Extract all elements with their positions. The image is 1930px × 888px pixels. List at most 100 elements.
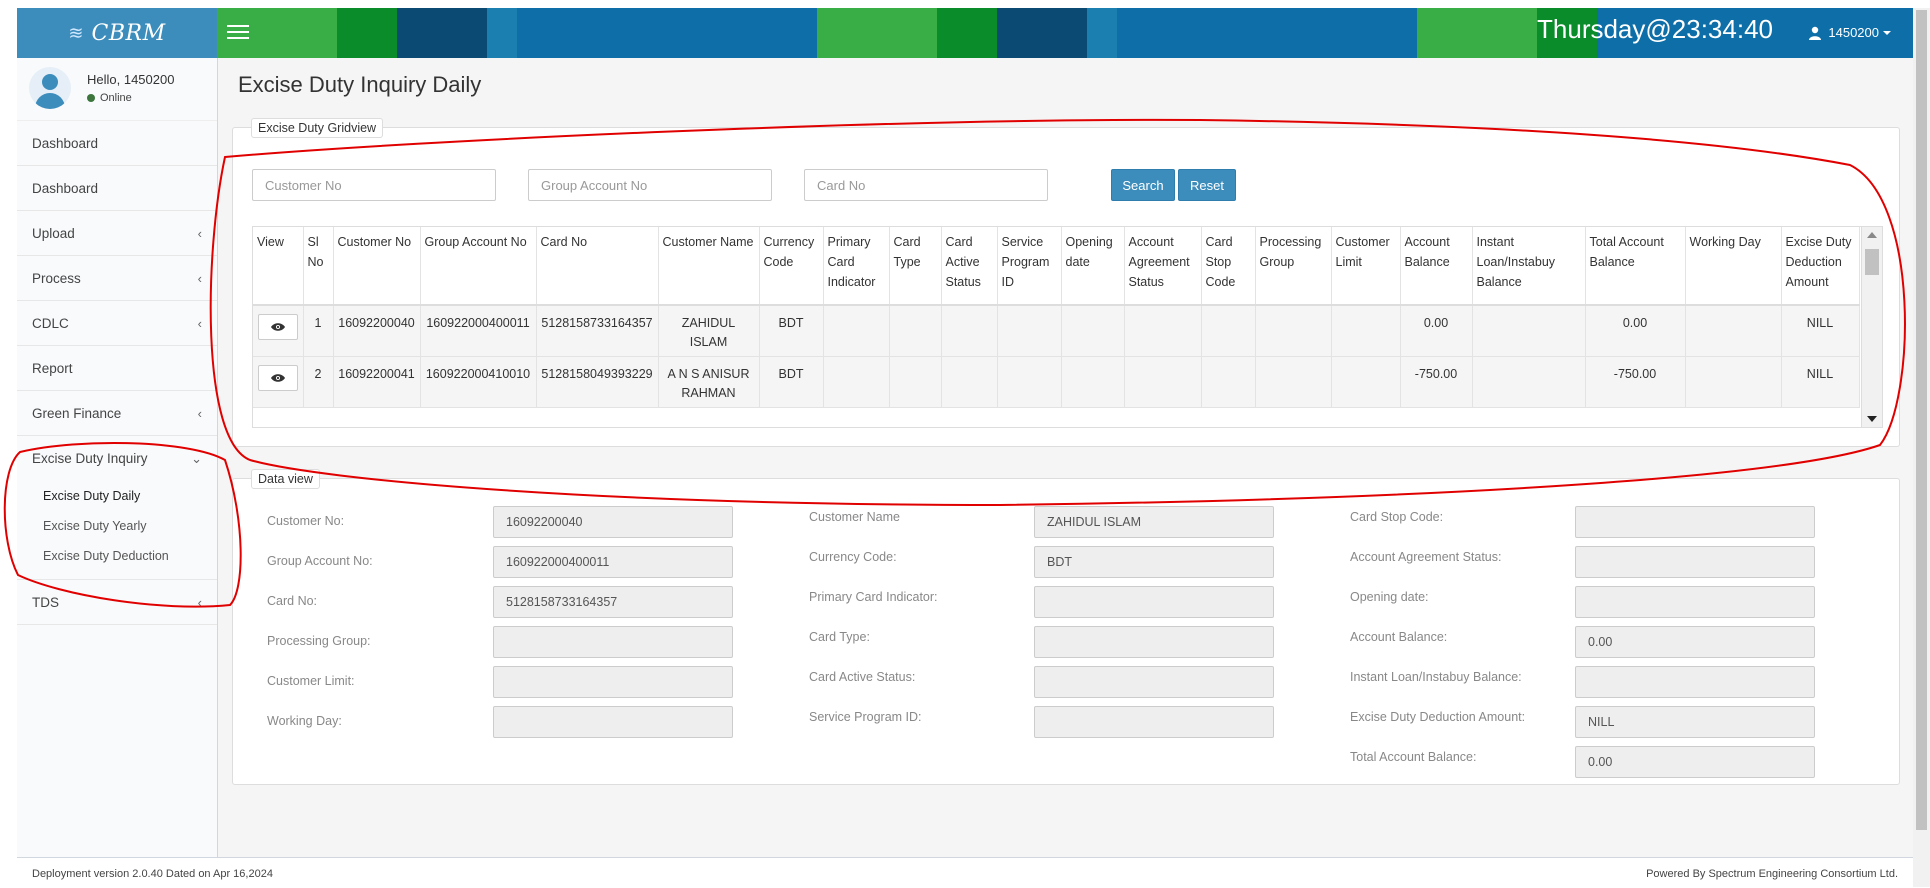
table-cell: 0.00 bbox=[1400, 305, 1473, 357]
group-account-field[interactable]: 160922000400011 bbox=[493, 546, 733, 578]
sidebar-item-report[interactable]: Report bbox=[17, 346, 217, 391]
table-cell: 2 bbox=[303, 356, 334, 408]
chevron-down-icon: ⌄ bbox=[191, 450, 202, 466]
chevron-left-icon: ‹ bbox=[197, 594, 202, 610]
submenu-excise-duty-deduction[interactable]: Excise Duty Deduction bbox=[17, 541, 217, 571]
logo-icon: ≋ bbox=[68, 22, 84, 43]
card-stop-label: Card Stop Code: bbox=[1350, 510, 1444, 524]
service-program-field[interactable] bbox=[1034, 706, 1274, 738]
sidebar-item-cdlc[interactable]: CDLC ‹ bbox=[17, 301, 217, 346]
card-type-field[interactable] bbox=[1034, 626, 1274, 658]
user-menu[interactable]: 1450200 bbox=[1808, 25, 1891, 40]
brand-logo[interactable]: ≋ CBRM bbox=[17, 8, 217, 58]
col-card-type: Card Type bbox=[889, 227, 942, 306]
submenu-excise-duty-yearly[interactable]: Excise Duty Yearly bbox=[17, 511, 217, 541]
table-row[interactable]: 1 16092200040 160922000400011 5128158733… bbox=[253, 305, 1860, 357]
primary-card-label: Primary Card Indicator: bbox=[809, 590, 938, 604]
grid-header: View Sl No Customer No Group Account No … bbox=[253, 227, 1860, 306]
table-cell: -750.00 bbox=[1585, 356, 1686, 408]
sidebar-item-dashboard-2[interactable]: Dashboard bbox=[17, 166, 217, 211]
table-cell bbox=[889, 305, 942, 357]
sidebar-item-excise-duty-inquiry[interactable]: Excise Duty Inquiry ⌄ bbox=[17, 436, 217, 481]
col-excise-duty-deduction-amount: Excise Duty Deduction Amount bbox=[1781, 227, 1860, 306]
primary-card-field[interactable] bbox=[1034, 586, 1274, 618]
total-balance-field[interactable]: 0.00 bbox=[1575, 746, 1815, 778]
chevron-left-icon: ‹ bbox=[197, 405, 202, 421]
menu-toggle-icon[interactable] bbox=[227, 21, 249, 45]
opening-date-field[interactable] bbox=[1575, 586, 1815, 618]
chevron-left-icon: ‹ bbox=[197, 270, 202, 286]
deployment-version: Deployment version 2.0.40 Dated on Apr 1… bbox=[32, 868, 273, 880]
card-active-field[interactable] bbox=[1034, 666, 1274, 698]
sidebar-item-tds[interactable]: TDS ‹ bbox=[17, 580, 217, 625]
sidebar-item-dashboard[interactable]: Dashboard bbox=[17, 121, 217, 166]
sidebar-item-process[interactable]: Process ‹ bbox=[17, 256, 217, 301]
table-cell bbox=[1201, 305, 1256, 357]
reset-button[interactable]: Reset bbox=[1178, 169, 1236, 201]
table-cell: 5128158049393229 bbox=[536, 356, 659, 408]
view-eye-button[interactable] bbox=[257, 365, 298, 391]
customer-no-input[interactable] bbox=[252, 169, 496, 201]
table-cell: 160922000410010 bbox=[420, 356, 537, 408]
table-cell: 16092200041 bbox=[333, 356, 421, 408]
sidebar-item-green-finance[interactable]: Green Finance ‹ bbox=[17, 391, 217, 436]
table-cell bbox=[1472, 356, 1586, 408]
sidebar-item-label: Dashboard bbox=[32, 180, 99, 196]
instant-loan-field[interactable] bbox=[1575, 666, 1815, 698]
customer-limit-field[interactable] bbox=[493, 666, 733, 698]
col-service-program-id: Service Program ID bbox=[997, 227, 1062, 306]
page-scroll-thumb[interactable] bbox=[1916, 10, 1927, 830]
sidebar-item-label: Report bbox=[32, 360, 73, 376]
agreement-status-field[interactable] bbox=[1575, 546, 1815, 578]
view-eye-button[interactable] bbox=[257, 314, 298, 340]
page-scrollbar[interactable] bbox=[1913, 8, 1930, 887]
col-card-stop-code: Card Stop Code bbox=[1201, 227, 1256, 306]
col-customer-limit: Customer Limit bbox=[1331, 227, 1401, 306]
account-balance-field[interactable]: 0.00 bbox=[1575, 626, 1815, 658]
instant-loan-label: Instant Loan/Instabuy Balance: bbox=[1350, 670, 1522, 684]
group-account-label: Group Account No: bbox=[267, 554, 373, 568]
dataview-legend: Data view bbox=[251, 469, 320, 489]
customer-name-field[interactable]: ZAHIDUL ISLAM bbox=[1034, 506, 1274, 538]
card-no-field[interactable]: 5128158733164357 bbox=[493, 586, 733, 618]
online-label: Online bbox=[100, 92, 132, 104]
group-account-input[interactable] bbox=[528, 169, 772, 201]
excise-amount-field[interactable]: NILL bbox=[1575, 706, 1815, 738]
table-cell bbox=[997, 305, 1062, 357]
table-cell bbox=[1124, 305, 1202, 357]
col-opening-date: Opening date bbox=[1061, 227, 1125, 306]
opening-date-label: Opening date: bbox=[1350, 590, 1429, 604]
scroll-down-icon[interactable] bbox=[1867, 416, 1877, 422]
total-balance-label: Total Account Balance: bbox=[1350, 750, 1477, 764]
online-dot-icon bbox=[87, 94, 95, 102]
sidebar-menu: Dashboard Dashboard Upload ‹ Process ‹ CDL… bbox=[17, 121, 217, 625]
dataview-panel: Data view Customer No: 16092200040 Group… bbox=[232, 469, 1900, 785]
sidebar-item-label: CDLC bbox=[32, 315, 69, 331]
customer-name-label: Customer Name bbox=[809, 510, 900, 524]
currency-code-field[interactable]: BDT bbox=[1034, 546, 1274, 578]
table-cell bbox=[889, 356, 942, 408]
table-cell bbox=[1201, 356, 1256, 408]
search-button[interactable]: Search bbox=[1111, 169, 1175, 201]
sidebar-item-label: TDS bbox=[32, 594, 59, 610]
scroll-thumb[interactable] bbox=[1865, 249, 1879, 275]
col-card-active-status: Card Active Status bbox=[941, 227, 998, 306]
processing-group-field[interactable] bbox=[493, 626, 733, 658]
excise-amount-label: Excise Duty Deduction Amount: bbox=[1350, 710, 1526, 724]
table-cell: 1 bbox=[303, 305, 334, 357]
table-cell: -750.00 bbox=[1400, 356, 1473, 408]
working-day-field[interactable] bbox=[493, 706, 733, 738]
service-program-label: Service Program ID: bbox=[809, 710, 922, 724]
sidebar-item-upload[interactable]: Upload ‹ bbox=[17, 211, 217, 256]
table-row[interactable]: 2 16092200041 160922000410010 5128158049… bbox=[253, 356, 1860, 408]
grid-scrollbar[interactable] bbox=[1861, 227, 1882, 427]
table-cell bbox=[1331, 305, 1401, 357]
excise-grid[interactable]: View Sl No Customer No Group Account No … bbox=[252, 226, 1883, 428]
customer-limit-label: Customer Limit: bbox=[267, 674, 355, 688]
scroll-up-icon[interactable] bbox=[1867, 232, 1877, 238]
submenu-excise-duty-daily[interactable]: Excise Duty Daily bbox=[17, 481, 217, 511]
customer-no-field[interactable]: 16092200040 bbox=[493, 506, 733, 538]
col-view: View bbox=[253, 227, 304, 306]
card-stop-field[interactable] bbox=[1575, 506, 1815, 538]
card-no-input[interactable] bbox=[804, 169, 1048, 201]
